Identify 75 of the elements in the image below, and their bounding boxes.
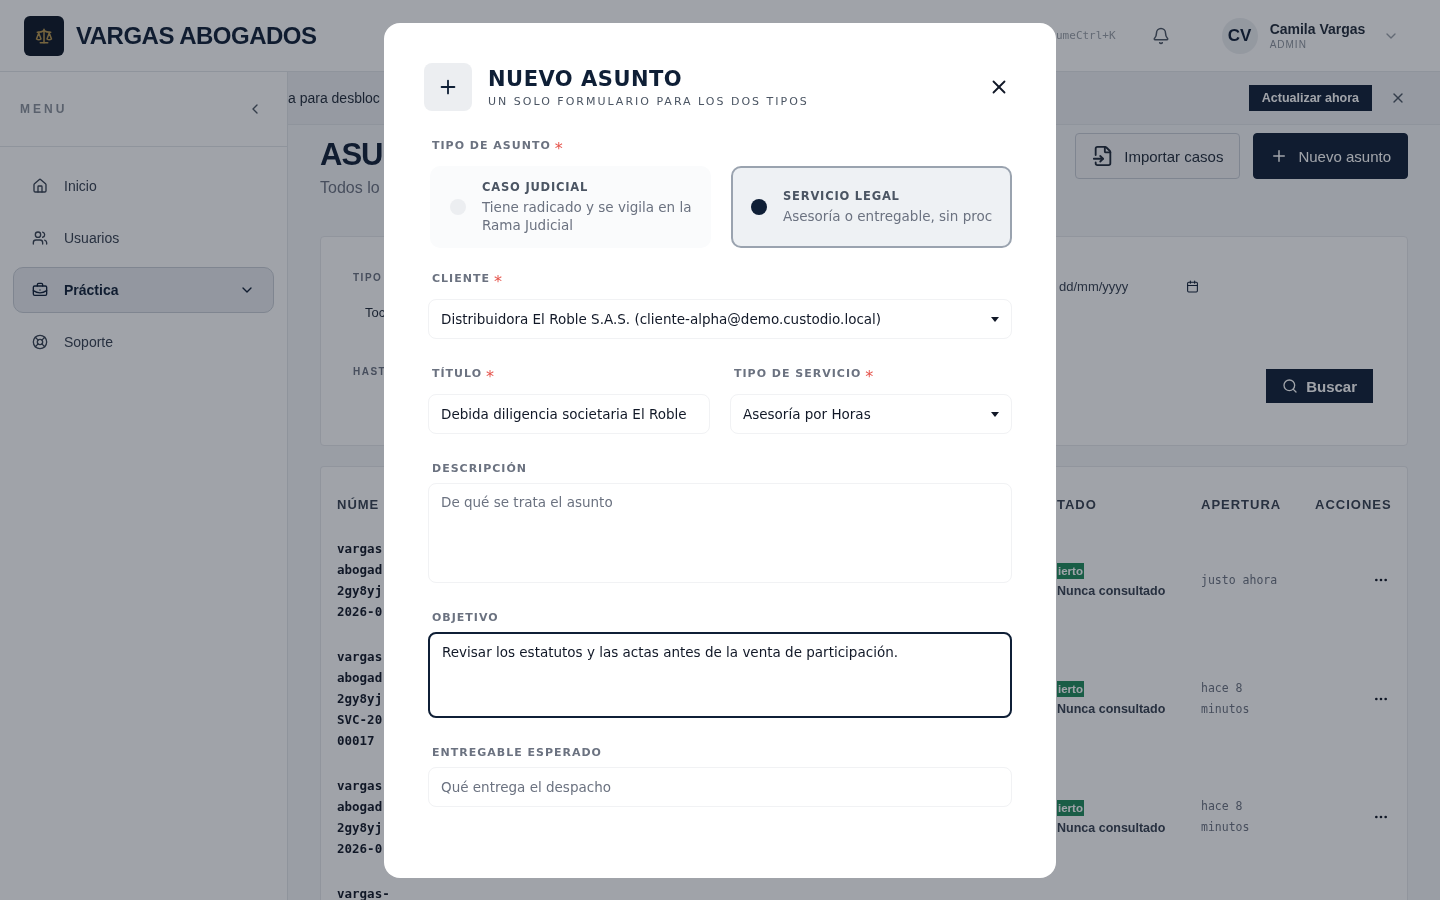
- status-badge: ierto: [1057, 799, 1084, 816]
- text-area[interactable]: De qué se trata el asunto: [428, 483, 1012, 583]
- date-field[interactable]: dd/mm/yyyy: [1059, 275, 1199, 297]
- select-field[interactable]: Distribuidora El Roble S.A.S. (cliente-alpha@demo.custodio.local): [428, 299, 1012, 339]
- page-title: ASU: [320, 137, 384, 173]
- type-option[interactable]: SERVICIO LEGAL Asesoría o entregable, sin proc: [731, 166, 1012, 248]
- case-number: vargas: [337, 777, 384, 795]
- calendar-icon[interactable]: [1186, 279, 1199, 293]
- select-field[interactable]: Asesoría por Horas: [730, 394, 1012, 434]
- briefcase-icon: [32, 282, 48, 298]
- filter-label: TIPO: [353, 272, 384, 283]
- banner-text: a para desbloc: [288, 90, 381, 106]
- column-header: APERTURA: [1201, 497, 1283, 512]
- scales-icon: [35, 26, 53, 45]
- dropdown-caret-icon: [991, 411, 999, 417]
- search-button[interactable]: Buscar: [1266, 369, 1373, 403]
- status-badge: ierto: [1057, 681, 1084, 697]
- field-label: ENTREGABLE ESPERADO: [432, 746, 603, 759]
- house-icon: [32, 178, 48, 194]
- field-label: TÍTULO *: [432, 367, 495, 386]
- dropdown-caret-icon: [991, 316, 999, 322]
- consulted-text: Nunca consultado: [1057, 583, 1166, 598]
- sidebar-item[interactable]: Usuarios: [13, 215, 274, 261]
- user-avatar[interactable]: CV: [1221, 17, 1258, 54]
- sidebar-item[interactable]: Inicio: [13, 163, 274, 209]
- field-label: OBJETIVO: [432, 611, 500, 624]
- case-number: abogad: [337, 561, 384, 579]
- type-select[interactable]: Toc: [365, 305, 385, 320]
- case-number: 2gy8yj: [337, 819, 384, 837]
- consulted-text: Nunca consultado: [1057, 820, 1166, 835]
- notifications-button[interactable]: [1151, 26, 1170, 45]
- sidebar-item[interactable]: Práctica: [13, 267, 274, 313]
- field-label: DESCRIPCIÓN: [432, 462, 528, 475]
- column-header: NÚME: [336, 497, 381, 512]
- sidebar-item[interactable]: Soporte: [13, 319, 274, 365]
- opened-time: hace 8 minutos: [1201, 798, 1251, 836]
- update-button[interactable]: Actualizar ahora: [1248, 85, 1372, 111]
- consulted-text: Nunca consultado: [1057, 702, 1166, 716]
- search-icon: [1282, 378, 1299, 394]
- field-label: TIPO DE SERVICIO *: [734, 367, 875, 386]
- case-number: abogad: [337, 669, 384, 687]
- plus-icon: [424, 63, 472, 111]
- opened-time: justo ahora: [1201, 571, 1279, 589]
- users-icon: [32, 230, 48, 246]
- field-label: CLIENTE *: [432, 272, 503, 291]
- column-header: TADO: [1057, 497, 1098, 512]
- case-number: abogad: [337, 798, 384, 816]
- case-number: 2026-0: [337, 603, 384, 621]
- case-number: vargas: [337, 648, 384, 666]
- page-subtitle: Todos lo: [320, 179, 381, 197]
- user-role: ADMIN: [1269, 39, 1308, 50]
- filter-label: HAST: [353, 366, 385, 377]
- case-number: vargas: [337, 540, 384, 558]
- dialog-subtitle: UN SOLO FORMULARIO PARA LOS DOS TIPOS: [488, 94, 810, 108]
- field-label: TIPO DE ASUNTO *: [432, 139, 564, 158]
- new-matter-button[interactable]: Nuevo asunto: [1253, 133, 1408, 179]
- opened-time: hace 8 minutos: [1201, 679, 1251, 718]
- brand-name: VARGAS ABOGADOS: [76, 21, 317, 50]
- menu-title: MENU: [20, 102, 68, 116]
- lifebuoy-icon: [32, 334, 48, 350]
- status-badge: ierto: [1057, 562, 1084, 579]
- case-number: 2gy8yj: [337, 582, 384, 600]
- case-number: 2gy8yj: [337, 690, 384, 708]
- text-area[interactable]: Revisar los estatutos y las actas antes de la venta de participación.: [428, 632, 1012, 718]
- type-option[interactable]: CASO JUDICIAL Tiene radicado y se vigila en la Rama Judicial: [430, 166, 711, 248]
- import-button[interactable]: Importar casos: [1075, 133, 1241, 179]
- case-number: 2026-0: [337, 840, 384, 858]
- user-name: Camila Vargas: [1269, 21, 1366, 37]
- input-field[interactable]: Qué entrega el despacho: [428, 767, 1012, 807]
- input-field[interactable]: Debida diligencia societaria El Roble: [428, 394, 710, 434]
- case-number: 00017: [337, 732, 376, 750]
- shortcut-hint: Ctrl+K: [1075, 29, 1116, 42]
- case-number: SVC-20: [337, 711, 384, 729]
- dialog-title: NUEVO ASUNTO: [488, 66, 684, 91]
- column-header: ACCIONES: [1315, 497, 1393, 512]
